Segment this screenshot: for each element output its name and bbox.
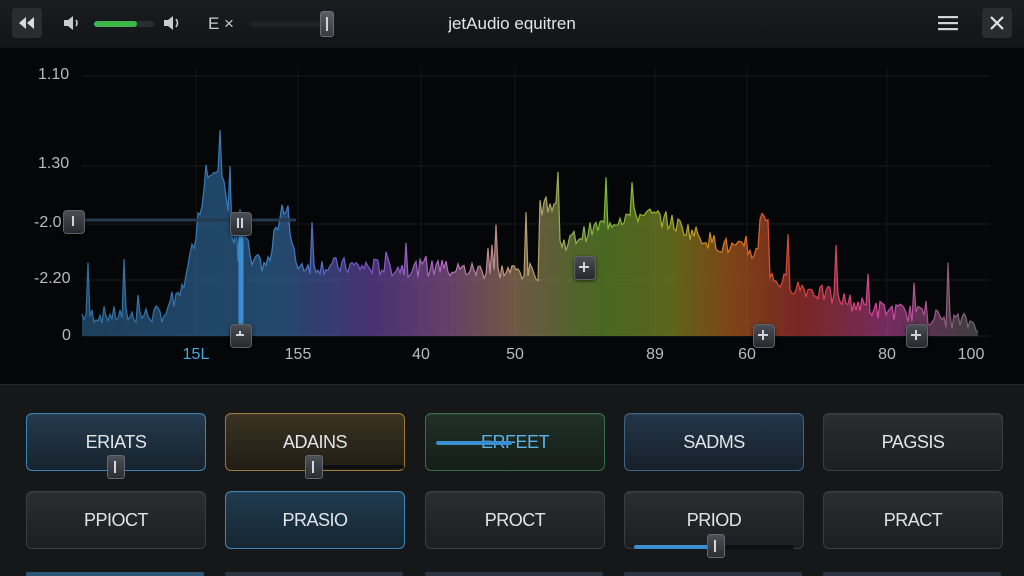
preset-slider-fill <box>634 545 716 549</box>
move-icon <box>579 262 589 272</box>
preset-button[interactable]: PROCT <box>425 491 605 549</box>
title-bar: E × jetAudio equitren <box>0 0 1024 49</box>
preset-button[interactable]: PRACT <box>823 491 1003 549</box>
grip-icon <box>72 216 74 226</box>
preset-row-edge <box>624 572 802 576</box>
eq-handle-band-4[interactable] <box>906 324 928 348</box>
volume-low-button[interactable] <box>58 8 88 38</box>
preset-button[interactable]: PPIOCT <box>26 491 206 549</box>
grip-icon <box>237 218 243 228</box>
eq-handle-left[interactable] <box>63 210 85 234</box>
balance-slider[interactable] <box>250 21 328 27</box>
spectrum-graph <box>74 68 990 337</box>
x-tick-label: 80 <box>878 346 896 363</box>
y-tick-label: 0 <box>62 327 71 344</box>
speaker-high-icon <box>164 16 179 30</box>
speaker-low-icon <box>64 16 78 30</box>
preset-slider-thumb[interactable] <box>107 455 125 479</box>
move-icon <box>911 330 921 340</box>
y-tick-label: -2.20 <box>34 270 71 287</box>
preset-row-edge <box>26 572 204 576</box>
eq-handle-band-1-bottom[interactable] <box>230 324 252 348</box>
y-tick-label: -2.0 <box>34 214 62 231</box>
volume-high-button[interactable] <box>158 8 188 38</box>
volume-fill <box>94 21 138 27</box>
preset-row-edge <box>823 572 1001 576</box>
preset-slider-thumb[interactable] <box>707 534 725 558</box>
eq-handle-band-1[interactable] <box>230 212 252 236</box>
preset-label: SADMS <box>683 432 745 452</box>
grip-icon <box>236 331 244 336</box>
move-icon <box>758 330 768 340</box>
eq-handle-band-2[interactable] <box>574 256 596 280</box>
preset-label: PRASIO <box>282 510 348 530</box>
preset-button[interactable]: SADMS <box>624 413 804 471</box>
balance-slider-thumb[interactable] <box>320 11 334 37</box>
preset-inline-slider[interactable] <box>436 441 512 445</box>
preset-button[interactable]: ERFEET <box>425 413 605 471</box>
eq-handle-band-3[interactable] <box>753 324 775 348</box>
x-tick-label: 60 <box>738 346 756 363</box>
volume-slider[interactable] <box>94 21 154 27</box>
x-tick-label: 15L <box>182 346 210 363</box>
preset-label: PRACT <box>883 510 943 530</box>
rewind-icon <box>19 17 34 29</box>
preset-panel: ERIATS ADAINS ERFEET SADMS PAGSIS PPIOCT… <box>0 385 1024 576</box>
preset-label: PPIOCT <box>83 510 149 530</box>
input-label: E × <box>208 14 234 33</box>
hamburger-menu-icon <box>938 16 958 31</box>
spectrum-area <box>82 130 978 336</box>
equalizer-spectrum: 1.10 1.30 -2.0 -2.20 0 15L 155 40 50 89 … <box>0 48 1024 385</box>
x-tick-label: 50 <box>506 346 524 363</box>
preset-button[interactable]: PRASIO <box>225 491 405 549</box>
preset-label: PAGSIS <box>881 432 945 452</box>
close-icon <box>990 16 1004 30</box>
y-tick-label: 1.30 <box>38 155 70 172</box>
y-tick-label: 1.10 <box>38 66 70 83</box>
preset-slider-thumb[interactable] <box>305 455 323 479</box>
preset-label: PROCT <box>484 510 546 530</box>
preset-button[interactable]: PAGSIS <box>823 413 1003 471</box>
x-tick-label: 40 <box>412 346 430 363</box>
x-tick-label: 155 <box>284 346 312 363</box>
x-tick-label: 100 <box>957 346 985 363</box>
close-button[interactable] <box>982 8 1012 38</box>
rewind-button[interactable] <box>12 8 42 38</box>
menu-button[interactable] <box>933 8 963 38</box>
x-tick-label: 89 <box>646 346 664 363</box>
preset-slider[interactable] <box>320 465 404 469</box>
preset-row-edge <box>425 572 603 576</box>
preset-row-edge <box>225 572 403 576</box>
preset-inline-slider-fill <box>436 441 512 445</box>
